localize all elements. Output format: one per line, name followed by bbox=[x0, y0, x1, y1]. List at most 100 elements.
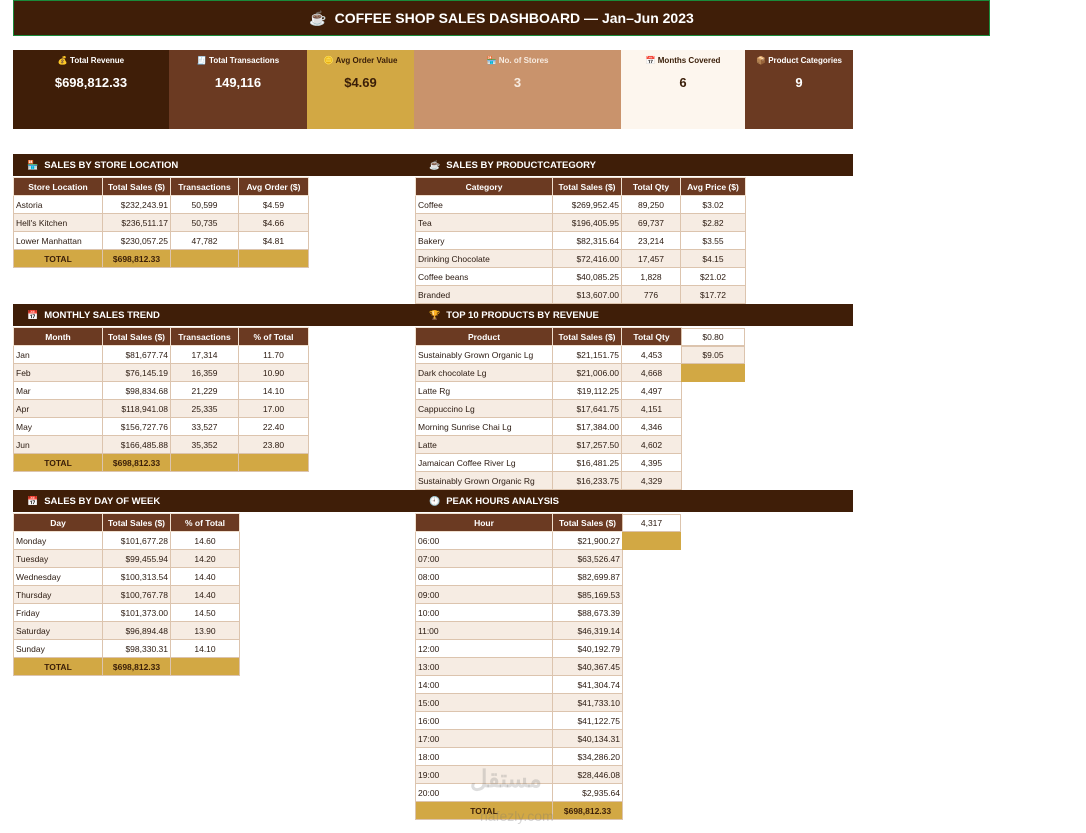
table-cell[interactable]: 13:00 bbox=[415, 657, 553, 676]
table-cell[interactable]: 4,151 bbox=[621, 399, 682, 418]
table-cell[interactable]: $232,243.91 bbox=[102, 195, 171, 214]
kpi-total-revenue[interactable]: 💰 Total Revenue $698,812.33 bbox=[13, 50, 169, 129]
stray-cell[interactable]: $9.05 bbox=[681, 346, 745, 364]
table-cell[interactable]: 17,457 bbox=[621, 249, 681, 268]
kpi-total-transactions[interactable]: 🧾 Total Transactions 149,116 bbox=[169, 50, 307, 129]
table-cell[interactable]: $98,330.31 bbox=[102, 639, 171, 658]
table-cell[interactable]: 776 bbox=[621, 285, 681, 304]
table-cell[interactable]: $4.15 bbox=[680, 249, 746, 268]
table-cell[interactable]: $40,085.25 bbox=[552, 267, 622, 286]
table-cell[interactable]: $41,304.74 bbox=[552, 675, 623, 694]
table-cell[interactable]: $101,373.00 bbox=[102, 603, 171, 622]
table-cell[interactable]: $101,677.28 bbox=[102, 531, 171, 550]
table-cell[interactable]: Dark chocolate Lg bbox=[415, 363, 553, 382]
table-cell[interactable]: $82,699.87 bbox=[552, 567, 623, 586]
column-header[interactable]: Total Sales ($) bbox=[552, 327, 622, 346]
table-cell[interactable]: $16,233.75 bbox=[552, 471, 622, 490]
table-cell[interactable]: 14:00 bbox=[415, 675, 553, 694]
table-cell[interactable]: Latte bbox=[415, 435, 553, 454]
table-cell[interactable]: Apr bbox=[13, 399, 103, 418]
total-cell[interactable]: TOTAL bbox=[13, 657, 103, 676]
column-header[interactable]: % of Total bbox=[238, 327, 309, 346]
kpi-no-of-stores[interactable]: 🏪 No. of Stores 3 bbox=[414, 50, 621, 129]
total-cell[interactable] bbox=[238, 249, 309, 268]
table-cell[interactable]: 12:00 bbox=[415, 639, 553, 658]
table-cell[interactable]: 17,314 bbox=[170, 345, 239, 364]
column-header[interactable]: Transactions bbox=[170, 327, 239, 346]
table-cell[interactable]: Morning Sunrise Chai Lg bbox=[415, 417, 553, 436]
table-cell[interactable]: $88,673.39 bbox=[552, 603, 623, 622]
stray-cell[interactable] bbox=[681, 364, 745, 382]
column-header[interactable]: Total Sales ($) bbox=[552, 177, 622, 196]
total-cell[interactable] bbox=[238, 453, 309, 472]
table-cell[interactable]: Wednesday bbox=[13, 567, 103, 586]
table-cell[interactable]: $230,057.25 bbox=[102, 231, 171, 250]
table-cell[interactable]: $72,416.00 bbox=[552, 249, 622, 268]
table-cell[interactable]: $21.02 bbox=[680, 267, 746, 286]
table-cell[interactable]: 14.10 bbox=[238, 381, 309, 400]
table-cell[interactable]: 4,497 bbox=[621, 381, 682, 400]
table-cell[interactable]: 25,335 bbox=[170, 399, 239, 418]
table-cell[interactable]: $3.55 bbox=[680, 231, 746, 250]
table-cell[interactable]: $98,834.68 bbox=[102, 381, 171, 400]
table-cell[interactable]: $40,367.45 bbox=[552, 657, 623, 676]
table-cell[interactable]: 4,346 bbox=[621, 417, 682, 436]
table-cell[interactable]: 35,352 bbox=[170, 435, 239, 454]
table-cell[interactable]: 69,737 bbox=[621, 213, 681, 232]
table-cell[interactable]: $100,313.54 bbox=[102, 567, 171, 586]
column-header[interactable]: Total Sales ($) bbox=[102, 177, 171, 196]
column-header[interactable]: Store Location bbox=[13, 177, 103, 196]
table-cell[interactable]: 50,599 bbox=[170, 195, 239, 214]
column-header[interactable]: Avg Order ($) bbox=[238, 177, 309, 196]
total-cell[interactable]: $698,812.33 bbox=[102, 657, 171, 676]
table-cell[interactable]: 18:00 bbox=[415, 747, 553, 766]
table-cell[interactable]: $76,145.19 bbox=[102, 363, 171, 382]
table-cell[interactable]: $13,607.00 bbox=[552, 285, 622, 304]
table-cell[interactable]: 14.40 bbox=[170, 585, 240, 604]
column-header[interactable]: Month bbox=[13, 327, 103, 346]
column-header[interactable]: Hour bbox=[415, 513, 553, 532]
table-cell[interactable]: Saturday bbox=[13, 621, 103, 640]
table-cell[interactable]: 33,527 bbox=[170, 417, 239, 436]
column-header[interactable]: Avg Price ($) bbox=[680, 177, 746, 196]
table-cell[interactable]: 22.40 bbox=[238, 417, 309, 436]
table-cell[interactable]: $21,900.27 bbox=[552, 531, 623, 550]
table-cell[interactable]: $2,935.64 bbox=[552, 783, 623, 802]
table-cell[interactable]: Hell's Kitchen bbox=[13, 213, 103, 232]
table-cell[interactable]: $81,677.74 bbox=[102, 345, 171, 364]
table-cell[interactable]: 15:00 bbox=[415, 693, 553, 712]
table-cell[interactable]: 4,668 bbox=[621, 363, 682, 382]
column-header[interactable]: Total Sales ($) bbox=[102, 327, 171, 346]
table-cell[interactable]: 11:00 bbox=[415, 621, 553, 640]
table-cell[interactable]: 09:00 bbox=[415, 585, 553, 604]
table-cell[interactable]: 13.90 bbox=[170, 621, 240, 640]
table-cell[interactable]: 1,828 bbox=[621, 267, 681, 286]
table-cell[interactable]: 47,782 bbox=[170, 231, 239, 250]
table-cell[interactable]: $17.72 bbox=[680, 285, 746, 304]
table-cell[interactable]: $46,319.14 bbox=[552, 621, 623, 640]
column-header[interactable]: Total Sales ($) bbox=[552, 513, 623, 532]
table-cell[interactable]: 07:00 bbox=[415, 549, 553, 568]
column-header[interactable]: Day bbox=[13, 513, 103, 532]
table-cell[interactable]: 4,602 bbox=[621, 435, 682, 454]
column-header[interactable]: Total Sales ($) bbox=[102, 513, 171, 532]
table-cell[interactable]: Jun bbox=[13, 435, 103, 454]
table-cell[interactable]: Tuesday bbox=[13, 549, 103, 568]
dashboard-title-bar[interactable]: ☕ COFFEE SHOP SALES DASHBOARD — Jan–Jun … bbox=[13, 0, 990, 36]
table-cell[interactable]: Cappuccino Lg bbox=[415, 399, 553, 418]
table-cell[interactable]: $85,169.53 bbox=[552, 585, 623, 604]
table-cell[interactable]: 4,395 bbox=[621, 453, 682, 472]
table-cell[interactable]: $41,122.75 bbox=[552, 711, 623, 730]
table-cell[interactable]: 17:00 bbox=[415, 729, 553, 748]
table-cell[interactable]: 14.60 bbox=[170, 531, 240, 550]
table-cell[interactable]: Lower Manhattan bbox=[13, 231, 103, 250]
table-cell[interactable]: 4,453 bbox=[621, 345, 682, 364]
table-cell[interactable]: $41,733.10 bbox=[552, 693, 623, 712]
table-cell[interactable]: Astoria bbox=[13, 195, 103, 214]
table-cell[interactable]: $2.82 bbox=[680, 213, 746, 232]
table-cell[interactable]: Monday bbox=[13, 531, 103, 550]
table-cell[interactable]: $19,112.25 bbox=[552, 381, 622, 400]
table-cell[interactable]: Thursday bbox=[13, 585, 103, 604]
table-cell[interactable]: 17.00 bbox=[238, 399, 309, 418]
table-cell[interactable]: 50,735 bbox=[170, 213, 239, 232]
